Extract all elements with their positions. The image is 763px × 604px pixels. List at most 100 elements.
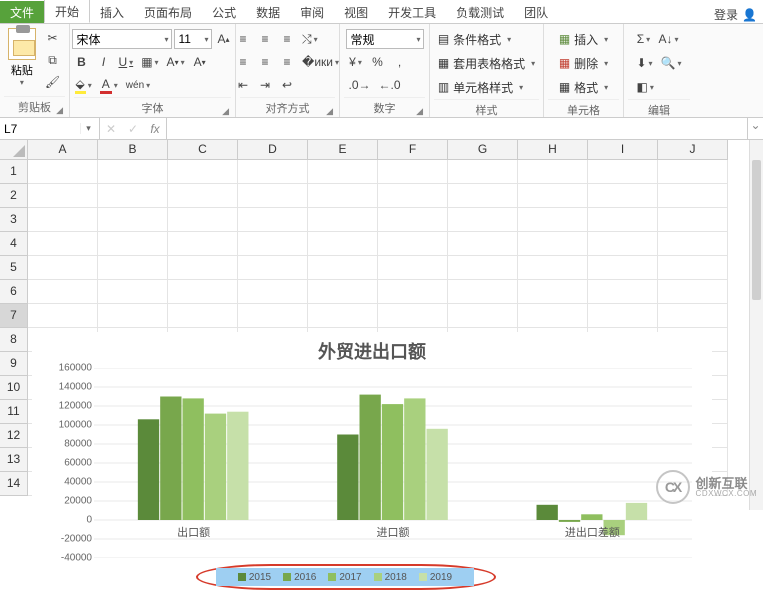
cell-G7[interactable] (448, 304, 518, 328)
cell-J4[interactable] (658, 232, 728, 256)
font-color-button[interactable]: A (97, 75, 121, 95)
indent-inc-button[interactable]: ⇥ (255, 75, 275, 95)
align-dialog-launcher[interactable]: ◢ (326, 106, 333, 117)
cell-I3[interactable] (588, 208, 658, 232)
cell-F4[interactable] (378, 232, 448, 256)
cell-E6[interactable] (308, 280, 378, 304)
delete-cells-button[interactable]: ▦删除 (555, 53, 612, 73)
tab-file[interactable]: 文件 (0, 1, 44, 23)
orientation-button[interactable]: ⤭ (299, 29, 321, 49)
sort-filter-button[interactable]: A↓ (655, 29, 681, 49)
cell-H6[interactable] (518, 280, 588, 304)
cell-C1[interactable] (168, 160, 238, 184)
cell-E5[interactable] (308, 256, 378, 280)
cell-I7[interactable] (588, 304, 658, 328)
cell-A3[interactable] (28, 208, 98, 232)
decrease-font-button[interactable]: A▾ (190, 52, 210, 72)
format-cells-button[interactable]: ▦格式 (555, 77, 612, 97)
row-header-3[interactable]: 3 (0, 208, 28, 232)
col-header-B[interactable]: B (98, 140, 168, 160)
cell-E4[interactable] (308, 232, 378, 256)
col-header-I[interactable]: I (588, 140, 658, 160)
cell-J5[interactable] (658, 256, 728, 280)
dec-decimal-button[interactable]: ←.0 (376, 75, 404, 95)
align-top-button[interactable]: ≡ (233, 29, 253, 49)
cell-J1[interactable] (658, 160, 728, 184)
cell-D2[interactable] (238, 184, 308, 208)
cell-H2[interactable] (518, 184, 588, 208)
login-link[interactable]: 登录 👤 (714, 6, 757, 23)
cell-H3[interactable] (518, 208, 588, 232)
legend-item-2017[interactable]: 2017 (328, 572, 361, 583)
border-button[interactable]: ▦ (138, 52, 161, 72)
cell-A4[interactable] (28, 232, 98, 256)
cell-E2[interactable] (308, 184, 378, 208)
cell-H7[interactable] (518, 304, 588, 328)
cell-D1[interactable] (238, 160, 308, 184)
cell-H5[interactable] (518, 256, 588, 280)
cell-G5[interactable] (448, 256, 518, 280)
cell-G6[interactable] (448, 280, 518, 304)
cell-B4[interactable] (98, 232, 168, 256)
col-header-E[interactable]: E (308, 140, 378, 160)
cell-style-button[interactable]: ▥单元格样式 (434, 77, 527, 97)
name-box[interactable]: ▾ (0, 118, 100, 139)
tab-公式[interactable]: 公式 (202, 1, 246, 23)
comma-button[interactable]: , (390, 52, 410, 72)
indent-dec-button[interactable]: ⇤ (233, 75, 253, 95)
tab-数据[interactable]: 数据 (246, 1, 290, 23)
legend-item-2019[interactable]: 2019 (419, 572, 452, 583)
fill-button[interactable]: ⬇ (633, 53, 655, 73)
chart-legend[interactable]: 20152016201720182019 (216, 568, 474, 586)
cell-B2[interactable] (98, 184, 168, 208)
row-header-6[interactable]: 6 (0, 280, 28, 304)
row-header-4[interactable]: 4 (0, 232, 28, 256)
cell-J7[interactable] (658, 304, 728, 328)
cell-E3[interactable] (308, 208, 378, 232)
cell-F6[interactable] (378, 280, 448, 304)
row-header-2[interactable]: 2 (0, 184, 28, 208)
row-header-11[interactable]: 11 (0, 400, 28, 424)
cell-D7[interactable] (238, 304, 308, 328)
cell-F1[interactable] (378, 160, 448, 184)
cell-A2[interactable] (28, 184, 98, 208)
fill-color-button[interactable]: ⬙ (72, 75, 95, 95)
col-header-D[interactable]: D (238, 140, 308, 160)
clear-button[interactable]: ◧ (633, 77, 656, 97)
merge-button[interactable]: �ики (299, 52, 342, 72)
cell-I5[interactable] (588, 256, 658, 280)
cell-H4[interactable] (518, 232, 588, 256)
row-header-1[interactable]: 1 (0, 160, 28, 184)
embedded-chart[interactable]: 外贸进出口额 -40000-20000020000400006000080000… (32, 332, 712, 604)
cell-B6[interactable] (98, 280, 168, 304)
cell-F3[interactable] (378, 208, 448, 232)
align-bot-button[interactable]: ≡ (277, 29, 297, 49)
cell-D5[interactable] (238, 256, 308, 280)
tab-开始[interactable]: 开始 (44, 0, 90, 23)
cell-H1[interactable] (518, 160, 588, 184)
row-header-8[interactable]: 8 (0, 328, 28, 352)
font-dialog-launcher[interactable]: ◢ (222, 106, 229, 117)
cell-J3[interactable] (658, 208, 728, 232)
name-box-dropdown[interactable]: ▾ (80, 123, 96, 134)
cell-C2[interactable] (168, 184, 238, 208)
tab-页面布局[interactable]: 页面布局 (134, 1, 202, 23)
row-header-5[interactable]: 5 (0, 256, 28, 280)
cell-C6[interactable] (168, 280, 238, 304)
cell-F5[interactable] (378, 256, 448, 280)
cell-D4[interactable] (238, 232, 308, 256)
col-header-H[interactable]: H (518, 140, 588, 160)
font-name-combo[interactable]: 宋体 (72, 29, 172, 49)
font-increase-a[interactable]: A▾ (164, 52, 188, 72)
cell-C3[interactable] (168, 208, 238, 232)
cell-G3[interactable] (448, 208, 518, 232)
cell-G4[interactable] (448, 232, 518, 256)
tab-视图[interactable]: 视图 (334, 1, 378, 23)
cell-I6[interactable] (588, 280, 658, 304)
number-dialog-launcher[interactable]: ◢ (416, 106, 423, 117)
font-size-combo[interactable]: 11 (174, 29, 212, 49)
bold-button[interactable]: B (72, 52, 92, 72)
row-header-14[interactable]: 14 (0, 472, 28, 496)
align-right-button[interactable]: ≡ (277, 52, 297, 72)
col-header-J[interactable]: J (658, 140, 728, 160)
